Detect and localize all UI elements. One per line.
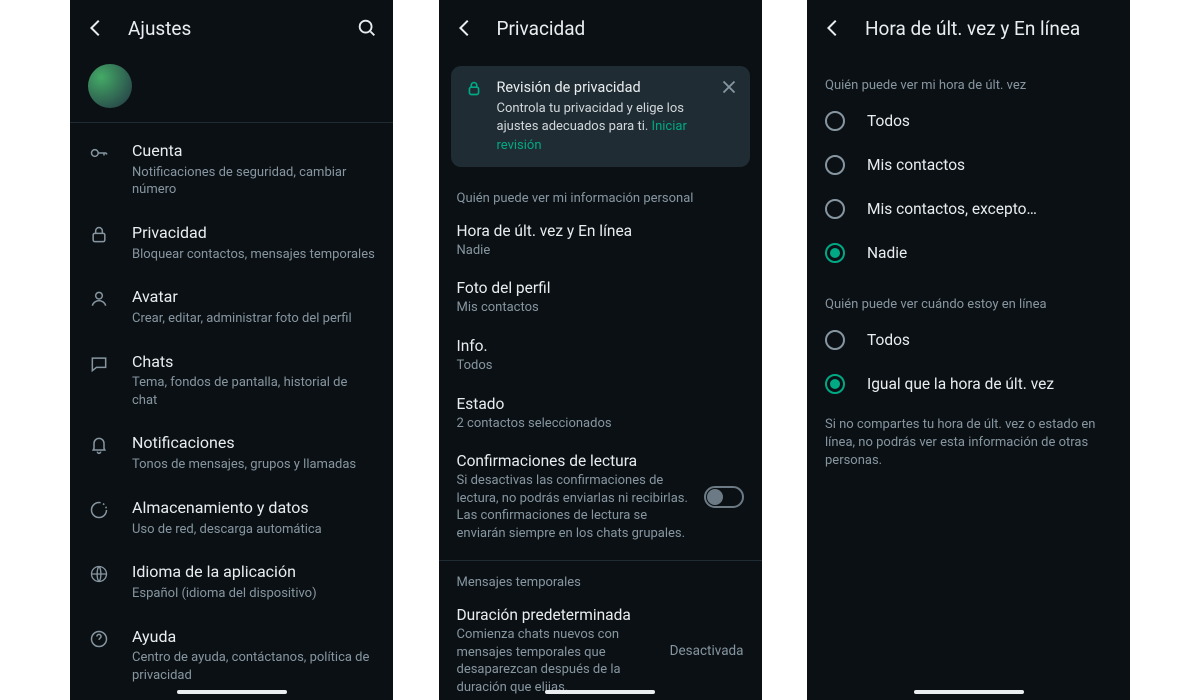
item-title: Foto del perfil: [457, 279, 744, 297]
settings-item-language[interactable]: Idioma de la aplicación Español (idioma …: [70, 550, 393, 614]
settings-item-chats[interactable]: Chats Tema, fondos de pantalla, historia…: [70, 340, 393, 422]
bell-icon: [88, 433, 110, 455]
radio-icon: [825, 111, 845, 131]
settings-item-storage[interactable]: Almacenamiento y datos Uso de red, desca…: [70, 486, 393, 550]
key-icon: [88, 141, 110, 163]
item-desc: Si desactivas las confirmaciones de lect…: [457, 472, 692, 542]
nav-pill: [545, 690, 655, 694]
back-icon[interactable]: [451, 14, 479, 42]
section-label: Mensajes temporales: [439, 561, 762, 596]
privacy-item-read-receipts[interactable]: Confirmaciones de lectura Si desactivas …: [439, 442, 762, 552]
radio-icon: [825, 155, 845, 175]
item-title: Info.: [457, 337, 744, 355]
privacy-item-last-seen[interactable]: Hora de últ. vez y En línea Nadie: [439, 212, 762, 270]
read-receipts-toggle[interactable]: [704, 486, 744, 508]
radio-option-contacts[interactable]: Mis contactos: [807, 143, 1130, 187]
lock-icon: [88, 223, 110, 245]
close-icon[interactable]: [718, 76, 740, 98]
radio-option-contacts-except[interactable]: Mis contactos, excepto…: [807, 187, 1130, 231]
item-title: Ayuda: [132, 627, 375, 648]
item-sub: Uso de red, descarga automática: [132, 521, 375, 539]
item-sub: Tonos de mensajes, grupos y llamadas: [132, 456, 375, 474]
item-title: Idioma de la aplicación: [132, 562, 375, 583]
radio-icon: [825, 374, 845, 394]
privacy-item-default-timer[interactable]: Duración predeterminada Comienza chats n…: [439, 596, 762, 700]
section-label: Quién puede ver cuándo estoy en línea: [807, 275, 1130, 318]
topbar: Privacidad: [439, 0, 762, 56]
item-value: 2 contactos seleccionados: [457, 415, 744, 433]
option-label: Igual que la hora de últ. vez: [867, 375, 1054, 393]
item-title: Avatar: [132, 287, 375, 308]
radio-option-online-everyone[interactable]: Todos: [807, 318, 1130, 362]
back-icon[interactable]: [82, 14, 110, 42]
avatar: [88, 64, 132, 108]
item-value: Todos: [457, 357, 744, 375]
item-sub: Notificaciones de seguridad, cambiar núm…: [132, 164, 375, 199]
avatar-icon: [88, 287, 110, 309]
data-usage-icon: [88, 498, 110, 520]
item-sub: Centro de ayuda, contáctanos, política d…: [132, 649, 375, 684]
radio-option-online-same[interactable]: Igual que la hora de últ. vez: [807, 362, 1130, 406]
search-icon[interactable]: [353, 14, 381, 42]
option-label: Mis contactos: [867, 156, 965, 174]
privacy-item-info[interactable]: Info. Todos: [439, 327, 762, 385]
option-label: Todos: [867, 331, 910, 349]
nav-pill: [177, 690, 287, 694]
page-title: Hora de últ. vez y En línea: [865, 17, 1118, 40]
item-title: Notificaciones: [132, 433, 375, 454]
radio-icon: [825, 199, 845, 219]
settings-item-invite[interactable]: Invitar amigos: [70, 696, 393, 700]
item-title: Estado: [457, 395, 744, 413]
globe-icon: [88, 562, 110, 584]
item-title: Chats: [132, 352, 375, 373]
hint-text: Si no compartes tu hora de últ. vez o es…: [807, 406, 1130, 481]
settings-item-account[interactable]: Cuenta Notificaciones de seguridad, camb…: [70, 129, 393, 211]
option-label: Mis contactos, excepto…: [867, 200, 1037, 218]
settings-item-notifications[interactable]: Notificaciones Tonos de mensajes, grupos…: [70, 421, 393, 485]
nav-pill: [914, 690, 1024, 694]
item-value: Mis contactos: [457, 299, 744, 317]
settings-item-privacy[interactable]: Privacidad Bloquear contactos, mensajes …: [70, 211, 393, 275]
settings-item-help[interactable]: Ayuda Centro de ayuda, contáctanos, polí…: [70, 615, 393, 697]
help-icon: [88, 627, 110, 649]
profile-row[interactable]: [70, 56, 393, 122]
topbar: Ajustes: [70, 0, 393, 56]
privacy-checkup-banner[interactable]: Revisión de privacidad Controla tu priva…: [451, 66, 750, 167]
banner-title: Revisión de privacidad: [497, 78, 710, 98]
page-title: Ajustes: [128, 17, 335, 40]
item-title: Hora de últ. vez y En línea: [457, 222, 744, 240]
radio-option-everyone[interactable]: Todos: [807, 99, 1130, 143]
item-title: Duración predeterminada: [457, 606, 658, 624]
item-value: Desactivada: [670, 643, 744, 659]
page-title: Privacidad: [497, 17, 750, 40]
item-title: Confirmaciones de lectura: [457, 452, 692, 470]
item-sub: Español (idioma del dispositivo): [132, 585, 375, 603]
item-title: Cuenta: [132, 141, 375, 162]
back-icon[interactable]: [819, 14, 847, 42]
section-label: Quién puede ver mi hora de últ. vez: [807, 56, 1130, 99]
topbar: Hora de últ. vez y En línea: [807, 0, 1130, 56]
radio-icon: [825, 330, 845, 350]
section-label: Quién puede ver mi información personal: [439, 177, 762, 212]
radio-option-nobody[interactable]: Nadie: [807, 231, 1130, 275]
privacy-item-photo[interactable]: Foto del perfil Mis contactos: [439, 269, 762, 327]
privacy-item-status[interactable]: Estado 2 contactos seleccionados: [439, 385, 762, 443]
option-label: Todos: [867, 112, 910, 130]
settings-item-avatar[interactable]: Avatar Crear, editar, administrar foto d…: [70, 275, 393, 339]
settings-screen: Ajustes Cuenta Notificaciones de segurid…: [70, 0, 393, 700]
shield-lock-icon: [463, 78, 485, 100]
item-sub: Tema, fondos de pantalla, historial de c…: [132, 374, 375, 409]
item-title: Almacenamiento y datos: [132, 498, 375, 519]
chat-icon: [88, 352, 110, 374]
item-value: Nadie: [457, 242, 744, 260]
item-title: Privacidad: [132, 223, 375, 244]
settings-list: Cuenta Notificaciones de seguridad, camb…: [70, 123, 393, 700]
last-seen-screen: Hora de últ. vez y En línea Quién puede …: [807, 0, 1130, 700]
item-desc: Comienza chats nuevos con mensajes tempo…: [457, 626, 658, 696]
option-label: Nadie: [867, 244, 907, 262]
item-sub: Crear, editar, administrar foto del perf…: [132, 310, 375, 328]
privacy-screen: Privacidad Revisión de privacidad Contro…: [439, 0, 762, 700]
item-sub: Bloquear contactos, mensajes temporales: [132, 246, 375, 264]
radio-icon: [825, 243, 845, 263]
